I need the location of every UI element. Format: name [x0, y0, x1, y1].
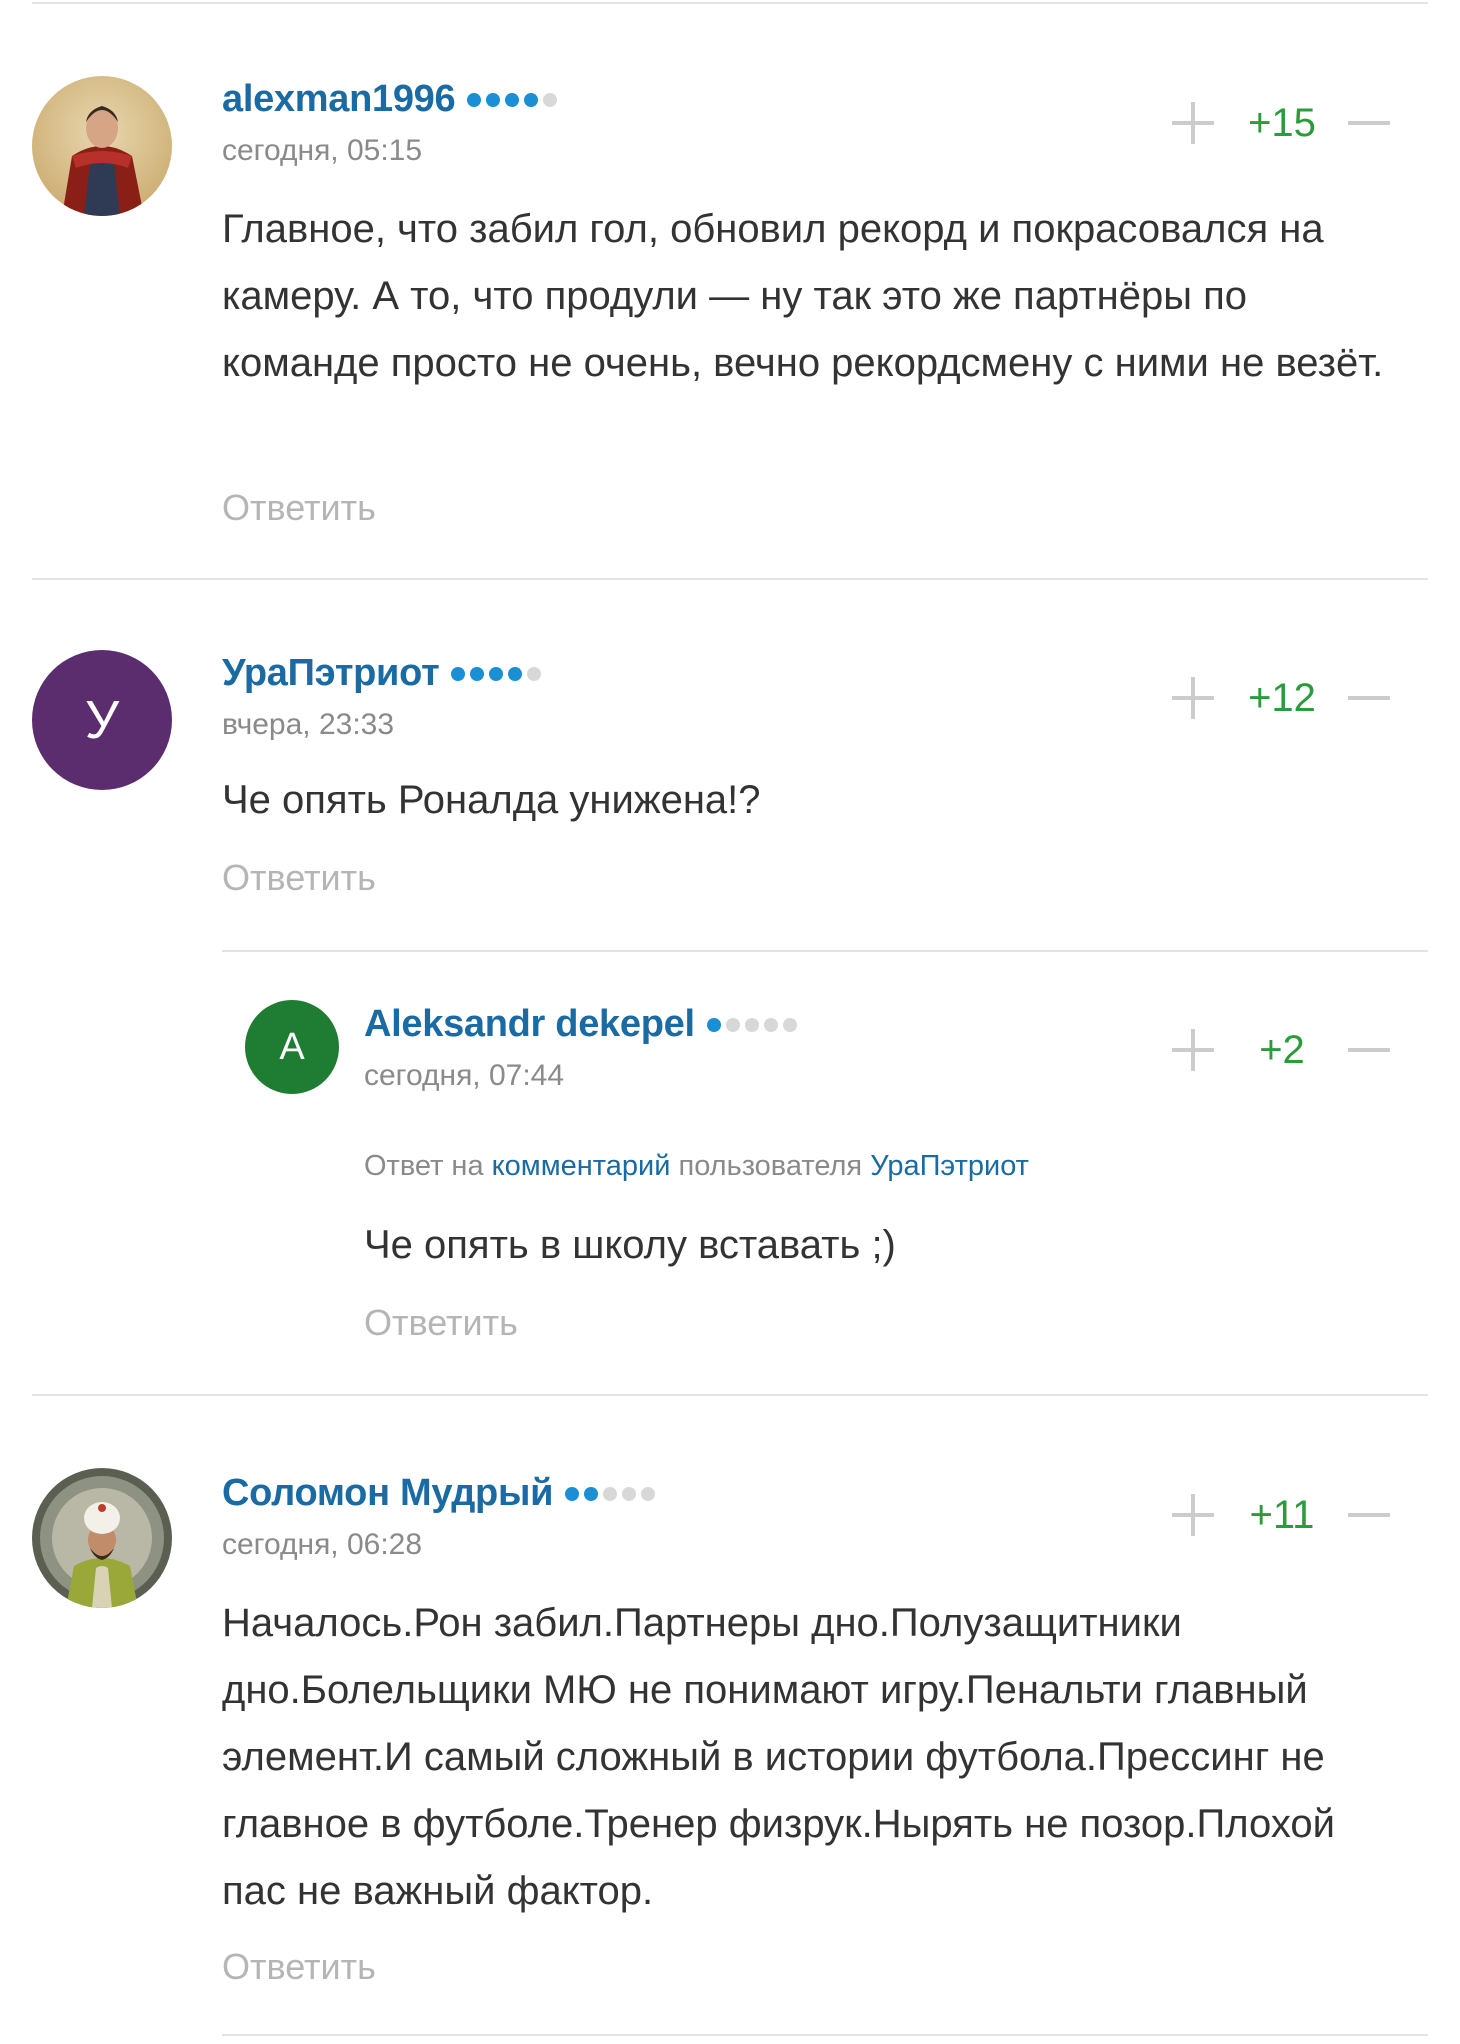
avatar[interactable]: A	[245, 1000, 339, 1094]
separator	[222, 950, 1428, 952]
comment-date: сегодня, 07:44	[364, 1059, 565, 1092]
rating-dots	[451, 666, 546, 681]
rating-dot	[527, 666, 542, 681]
downvote-button[interactable]	[1348, 121, 1390, 125]
rating-dot	[706, 1017, 721, 1032]
rating-dots	[706, 1017, 802, 1032]
rating-dot	[782, 1017, 797, 1032]
separator	[32, 2, 1428, 4]
comment-date: сегодня, 05:15	[222, 134, 423, 167]
comment-text: Че опять в школу вставать ;)	[364, 1223, 896, 1267]
rating-dots	[565, 1486, 660, 1501]
reply-to-user-link[interactable]: УраПэтриот	[870, 1150, 1029, 1182]
separator	[32, 578, 1428, 580]
comment-text: Че опять Роналда унижена!?	[222, 778, 761, 822]
downvote-button[interactable]	[1348, 1513, 1390, 1517]
rating-dot	[744, 1017, 759, 1032]
rating-dot	[603, 1486, 618, 1501]
score: +11	[1249, 1493, 1315, 1537]
comment-header: Aleksandr dekepel	[364, 1003, 802, 1046]
comment-header: Соломон Мудрый	[222, 1472, 660, 1515]
rating-dot	[565, 1486, 580, 1501]
vote-controls: +11	[1172, 1490, 1394, 1540]
rating-dot	[451, 666, 466, 681]
avatar[interactable]	[32, 1468, 172, 1608]
reply-to-middle: пользователя	[678, 1150, 863, 1182]
rating-dot	[641, 1486, 656, 1501]
avatar[interactable]: У	[32, 650, 172, 790]
rating-dot	[622, 1486, 637, 1501]
separator	[32, 1394, 1428, 1396]
score: +2	[1259, 1028, 1305, 1072]
comment-date: сегодня, 06:28	[222, 1528, 423, 1561]
downvote-button[interactable]	[1348, 1048, 1390, 1052]
rating-dot	[467, 92, 482, 107]
reply-button[interactable]: Ответить	[222, 857, 376, 899]
reply-button[interactable]: Ответить	[222, 487, 376, 529]
avatar-image	[32, 76, 172, 216]
comment-header: УраПэтриот	[222, 652, 546, 695]
rating-dot	[543, 92, 558, 107]
comment-header: alexman1996	[222, 78, 562, 121]
rating-dot	[489, 666, 504, 681]
downvote-button[interactable]	[1348, 696, 1390, 700]
rating-dot	[763, 1017, 778, 1032]
vote-controls: +2	[1172, 1025, 1394, 1075]
vote-controls: +15	[1172, 98, 1394, 148]
vote-controls: +12	[1172, 673, 1394, 723]
rating-dot	[508, 666, 523, 681]
score: +15	[1248, 101, 1316, 145]
rating-dot	[470, 666, 485, 681]
reply-to-note: Ответ на комментарий пользователя УраПэт…	[364, 1150, 1029, 1183]
author-name[interactable]: Соломон Мудрый	[222, 1472, 553, 1515]
rating-dots	[467, 92, 562, 107]
avatar-image	[32, 1468, 172, 1608]
author-name[interactable]: Aleksandr dekepel	[364, 1003, 695, 1046]
author-name[interactable]: alexman1996	[222, 78, 456, 121]
score: +12	[1248, 676, 1316, 720]
comment-text: Главное, что забил гол, обновил рекорд и…	[222, 207, 1384, 385]
avatar-letter: У	[84, 690, 120, 750]
reply-button[interactable]: Ответить	[364, 1302, 518, 1344]
comment-date: вчера, 23:33	[222, 708, 395, 741]
reply-to-comment-link[interactable]: комментарий	[492, 1150, 671, 1182]
rating-dot	[486, 92, 501, 107]
rating-dot	[505, 92, 520, 107]
author-name[interactable]: УраПэтриот	[222, 652, 440, 695]
rating-dot	[584, 1486, 599, 1501]
avatar[interactable]	[32, 76, 172, 216]
comment-text: Началось.Рон забил.Партнеры дно.Полузащи…	[222, 1601, 1335, 1913]
reply-to-prefix: Ответ на	[364, 1150, 484, 1182]
separator	[222, 2034, 1428, 2036]
avatar-letter: A	[279, 1025, 305, 1068]
reply-button[interactable]: Ответить	[222, 1946, 376, 1988]
rating-dot	[725, 1017, 740, 1032]
rating-dot	[524, 92, 539, 107]
